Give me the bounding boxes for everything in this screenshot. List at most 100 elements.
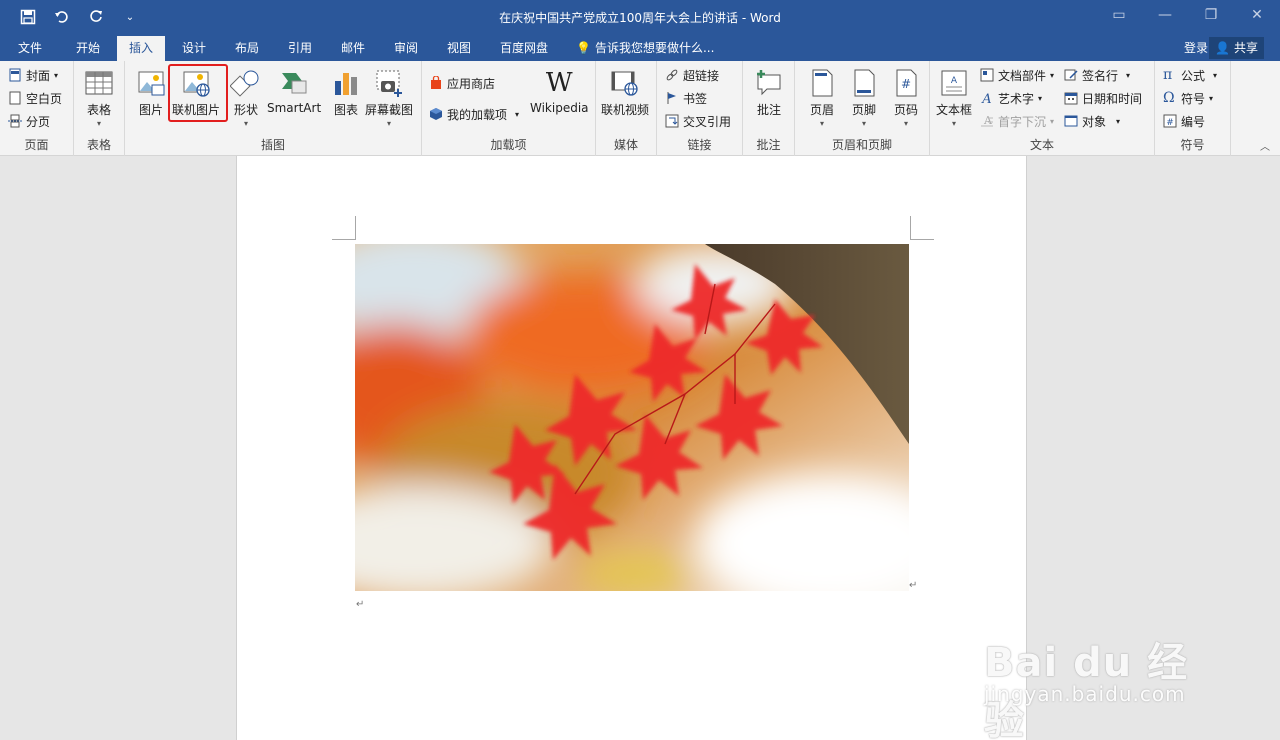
group-label-text: 文本 <box>1029 138 1054 152</box>
drop-cap-button[interactable]: A 首字下沉 ▾ <box>980 111 1054 131</box>
textbox-icon: A <box>941 70 967 96</box>
chart-icon <box>335 73 357 95</box>
online-picture-highlight <box>168 64 228 122</box>
pi-icon: π <box>1163 67 1173 83</box>
store-icon <box>431 76 441 89</box>
group-label-header-footer: 页眉和页脚 <box>831 138 892 152</box>
page-break-button[interactable]: 分页 <box>8 111 50 131</box>
restore-icon[interactable]: ❐ <box>1188 0 1234 30</box>
screenshot-button[interactable]: 屏幕截图 ▾ <box>365 67 413 128</box>
inserted-picture-maple-leaves[interactable] <box>355 244 909 591</box>
textbox-button[interactable]: A 文本框 ▾ <box>936 67 972 128</box>
object-button[interactable]: 对象 ▾ <box>1064 111 1120 131</box>
number-button[interactable]: # 编号 <box>1163 111 1205 131</box>
online-video-icon <box>611 71 638 96</box>
group-links: 超链接 书签 交叉引用 链接 <box>657 61 743 156</box>
group-label-links: 链接 <box>687 138 712 152</box>
tab-baidu-netdisk[interactable]: 百度网盘 <box>488 36 560 61</box>
footer-button[interactable]: 页脚 ▾ <box>848 67 880 128</box>
minimize-icon[interactable]: — <box>1142 0 1188 30</box>
table-icon <box>85 71 113 95</box>
tab-references[interactable]: 引用 <box>276 36 324 61</box>
symbol-button[interactable]: Ω 符号 ▾ <box>1163 88 1213 108</box>
group-header-footer: 页眉 ▾ 页脚 ▾ # 页码 ▾ 页眉和页脚 <box>795 61 930 156</box>
comment-button[interactable]: 批注 <box>753 67 785 118</box>
document-title: 在庆祝中国共产党成立100周年大会上的讲话 - Word <box>499 11 781 25</box>
table-button[interactable]: 表格 ▾ <box>83 67 115 128</box>
tell-me-box[interactable]: 💡 告诉我您想要做什么... <box>576 36 714 61</box>
cross-reference-icon <box>665 114 679 128</box>
group-comments: 批注 批注 <box>743 61 795 156</box>
number-icon: # <box>1163 114 1177 128</box>
group-label-pages: 页面 <box>24 138 49 152</box>
header-button[interactable]: 页眉 ▾ <box>806 67 838 128</box>
watermark-url: jingyan.baidu.com <box>984 682 1186 706</box>
hyperlink-button[interactable]: 超链接 <box>665 65 719 85</box>
close-icon[interactable]: ✕ <box>1234 0 1280 30</box>
footer-icon <box>854 69 875 97</box>
margin-corner-top-left <box>332 216 356 240</box>
group-label-tables: 表格 <box>86 138 111 152</box>
maple-leaves-image <box>355 244 909 591</box>
tab-insert[interactable]: 插入 <box>117 36 166 61</box>
picture-icon <box>138 71 165 96</box>
quick-parts-button[interactable]: 文档部件 ▾ <box>980 65 1054 85</box>
smartart-button[interactable]: SmartArt <box>267 67 321 115</box>
tell-me-text: 告诉我您想要做什么... <box>594 41 715 55</box>
title-bar: ⌄ 在庆祝中国共产党成立100周年大会上的讲话 - Word ▭ — ❐ ✕ <box>0 0 1280 34</box>
blank-page-button[interactable]: 空白页 <box>8 88 62 108</box>
margin-corner-top-right <box>910 216 934 240</box>
page-number-button[interactable]: # 页码 ▾ <box>890 67 922 128</box>
svg-text:#: # <box>1166 118 1174 128</box>
shapes-button[interactable]: 形状 ▾ <box>230 67 262 128</box>
ribbon-display-options-icon[interactable]: ▭ <box>1096 0 1142 30</box>
group-media: 联机视频 媒体 <box>596 61 657 156</box>
my-addins-button[interactable]: 我的加载项 ▾ <box>429 104 519 124</box>
online-video-button[interactable]: 联机视频 <box>601 67 649 118</box>
bookmark-icon <box>667 92 676 104</box>
tab-review[interactable]: 审阅 <box>382 36 430 61</box>
calendar-icon <box>1064 92 1078 105</box>
picture-button[interactable]: 图片 <box>135 67 167 118</box>
equation-button[interactable]: π 公式 ▾ <box>1163 65 1217 85</box>
tab-home[interactable]: 开始 <box>64 36 112 61</box>
blank-page-icon <box>9 91 21 105</box>
group-label-comments: 批注 <box>756 138 781 152</box>
wordart-icon: A <box>981 92 991 105</box>
wordart-button[interactable]: A 艺术字 ▾ <box>980 88 1042 108</box>
drop-cap-icon: A <box>981 114 993 127</box>
share-button[interactable]: 👤 共享 <box>1209 37 1264 59</box>
ribbon-tabs: 文件 开始 插入 设计 布局 引用 邮件 审阅 视图 百度网盘 💡 告诉我您想要… <box>0 34 1280 61</box>
tab-layout[interactable]: 布局 <box>223 36 271 61</box>
paragraph-mark: ↵ <box>909 580 918 591</box>
chart-button[interactable]: 图表 <box>330 67 362 118</box>
group-label-symbols: 符号 <box>1180 138 1205 152</box>
screenshot-icon <box>376 70 402 97</box>
login-link[interactable]: 登录 <box>1184 36 1208 61</box>
svg-text:#: # <box>901 77 911 91</box>
group-label-addins: 加载项 <box>490 138 527 152</box>
date-time-button[interactable]: 日期和时间 <box>1064 88 1142 108</box>
person-icon: 👤 <box>1215 41 1230 55</box>
tab-design[interactable]: 设计 <box>170 36 218 61</box>
tab-mailings[interactable]: 邮件 <box>329 36 377 61</box>
wikipedia-icon: W <box>545 68 573 98</box>
cross-reference-button[interactable]: 交叉引用 <box>665 111 731 131</box>
tab-file[interactable]: 文件 <box>6 36 54 61</box>
bookmark-button[interactable]: 书签 <box>665 88 707 108</box>
page-break-icon <box>8 114 22 128</box>
collapse-ribbon-icon[interactable]: ︿ <box>1260 138 1270 153</box>
signature-line-icon <box>1064 69 1078 81</box>
shapes-icon <box>230 70 259 97</box>
signature-line-button[interactable]: 签名行 ▾ <box>1064 65 1130 85</box>
paragraph-mark: ↵ <box>356 599 365 610</box>
wikipedia-button[interactable]: W Wikipedia <box>530 67 589 115</box>
svg-text:A: A <box>983 114 993 127</box>
group-tables: 表格 ▾ 表格 <box>74 61 125 156</box>
comment-icon <box>757 70 781 96</box>
cover-page-button[interactable]: 封面 ▾ <box>8 65 58 85</box>
share-label: 共享 <box>1233 41 1258 55</box>
tab-view[interactable]: 视图 <box>435 36 483 61</box>
cover-page-icon <box>9 68 21 82</box>
store-button[interactable]: 应用商店 <box>429 73 495 93</box>
